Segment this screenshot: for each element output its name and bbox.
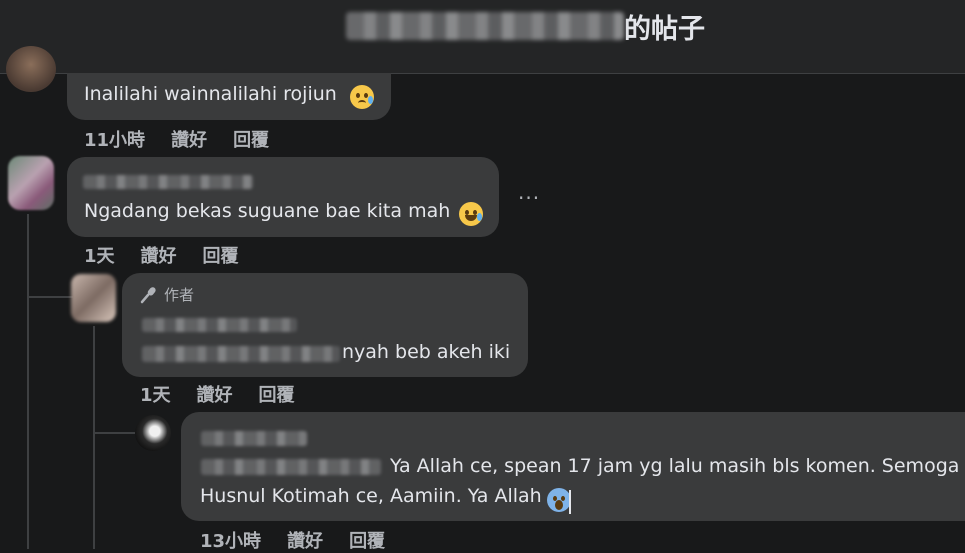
thread-line-branch <box>27 296 73 298</box>
page-title-suffix: 的帖子 <box>624 13 705 45</box>
more-options-icon[interactable]: ··· <box>518 186 540 210</box>
thread-line-branch <box>93 432 135 434</box>
like-button[interactable]: 讚好 <box>141 242 177 268</box>
avatar[interactable] <box>71 274 116 322</box>
comment-text: nyah beb akeh iki <box>342 341 511 363</box>
reply-button[interactable]: 回覆 <box>233 126 269 152</box>
reply-button[interactable]: 回覆 <box>349 527 385 553</box>
comment-bubble: Inalilahi wainnalilahi rojiun <box>67 73 391 120</box>
thread-line <box>93 326 95 549</box>
comment-actions: 1天 讚好 回覆 <box>84 242 239 268</box>
text-cursor <box>569 490 571 514</box>
author-badge: 作者 <box>140 284 194 305</box>
like-button[interactable]: 讚好 <box>287 527 323 553</box>
thread-line <box>27 214 29 549</box>
comment-text-line-2: Husnul Kotimah ce, Aamiin. Ya Allah <box>200 485 542 507</box>
sad-tear-emoji-icon <box>350 85 374 109</box>
blurred-comment-text <box>201 459 381 475</box>
comment-time[interactable]: 1天 <box>140 381 171 407</box>
comment-text: Inalilahi wainnalilahi rojiun <box>84 83 337 105</box>
avatar[interactable] <box>6 46 56 92</box>
reply-button[interactable]: 回覆 <box>259 381 295 407</box>
comment-time[interactable]: 1天 <box>84 242 115 268</box>
comment-text: Ngadang bekas suguane bae kita mah <box>84 200 451 222</box>
blurred-commenter-name[interactable] <box>201 431 307 446</box>
comment-actions: 1天 讚好 回覆 <box>140 381 295 407</box>
comment-text-line-1: Ya Allah ce, spean 17 jam yg lalu masih … <box>390 455 960 477</box>
blurred-commenter-name[interactable] <box>83 175 253 189</box>
comment-actions: 13小時 讚好 回覆 <box>200 527 385 553</box>
comment-time[interactable]: 11小時 <box>84 126 145 152</box>
author-label: 作者 <box>164 286 195 304</box>
rolling-laugh-emoji-icon <box>459 202 483 226</box>
comment-bubble: Ngadang bekas suguane bae kita mah <box>67 157 499 237</box>
avatar[interactable] <box>8 156 54 210</box>
like-button[interactable]: 讚好 <box>171 126 207 152</box>
post-header: 的帖子 <box>0 0 965 74</box>
avatar[interactable] <box>135 415 171 451</box>
reply-button[interactable]: 回覆 <box>203 242 239 268</box>
scream-emoji-icon <box>547 488 571 512</box>
page-title: 的帖子 <box>346 8 705 45</box>
blurred-comment-text <box>142 346 340 362</box>
comment-actions: 11小時 讚好 回覆 <box>84 126 269 152</box>
blurred-author-name <box>346 12 624 40</box>
like-button[interactable]: 讚好 <box>197 381 233 407</box>
microphone-icon <box>140 286 156 303</box>
comment-time[interactable]: 13小時 <box>200 527 261 553</box>
blurred-commenter-name[interactable] <box>142 318 297 332</box>
